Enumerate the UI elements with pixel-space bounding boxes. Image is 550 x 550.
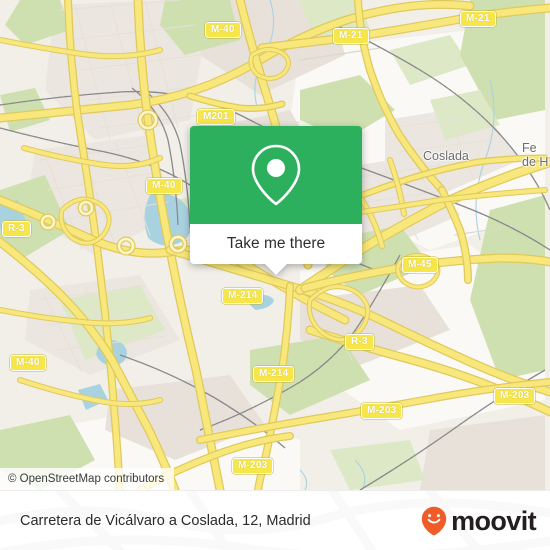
take-me-there-label: Take me there — [226, 235, 326, 252]
road-shield-m201: M201 — [197, 109, 235, 125]
place-label-line-1: Fe — [522, 141, 537, 155]
osm-attribution[interactable]: © OpenStreetMap contributors — [0, 468, 175, 490]
moovit-logo[interactable]: moovit — [421, 505, 537, 536]
location-popup-card[interactable]: Take me there — [190, 126, 362, 275]
road-shield-m203-east: M-203 — [494, 388, 536, 404]
footer-content: Carretera de Vicálvaro a Coslada, 12, Ma… — [0, 491, 550, 550]
osm-attribution-text: © OpenStreetMap contributors — [8, 473, 165, 485]
map-canvas[interactable]: .grn { fill:#cfe0b0; } .grn2 { fill:#dde… — [0, 0, 550, 490]
road-shield-m40-southwest: M-40 — [10, 355, 46, 371]
location-pin-icon — [251, 144, 301, 206]
road-shield-m203-south: M-203 — [232, 458, 274, 474]
moovit-map-screen: .grn { fill:#cfe0b0; } .grn2 { fill:#dde… — [0, 0, 550, 550]
popup-header — [190, 126, 362, 224]
road-shield-m214-north: M-214 — [222, 288, 264, 304]
take-me-there-button[interactable]: Take me there — [190, 224, 362, 264]
road-shield-m45: M-45 — [402, 257, 438, 273]
place-label-coslada: Coslada — [423, 149, 469, 163]
road-shield-m40-west: M-40 — [146, 178, 182, 194]
place-label-fernando-de-henares: Fe de H — [522, 141, 548, 169]
footer-bar: Carretera de Vicálvaro a Coslada, 12, Ma… — [0, 490, 550, 550]
road-shield-m40-north: M-40 — [205, 22, 241, 38]
popup-pointer-tail — [265, 264, 287, 275]
road-shield-m214-south: M-214 — [253, 366, 295, 382]
road-shield-r3-east: R-3 — [345, 334, 374, 350]
road-shield-m203-center: M-203 — [361, 403, 403, 419]
road-shield-m21-center: M-21 — [333, 28, 369, 44]
address-label: Carretera de Vicálvaro a Coslada, 12, Ma… — [20, 513, 311, 529]
moovit-smiley-pin-icon — [421, 506, 447, 536]
road-shield-r3-west: R-3 — [2, 221, 31, 237]
road-shield-m21-northeast: M-21 — [460, 11, 496, 27]
place-label-line-2: de H — [522, 155, 549, 169]
moovit-wordmark: moovit — [451, 505, 537, 536]
